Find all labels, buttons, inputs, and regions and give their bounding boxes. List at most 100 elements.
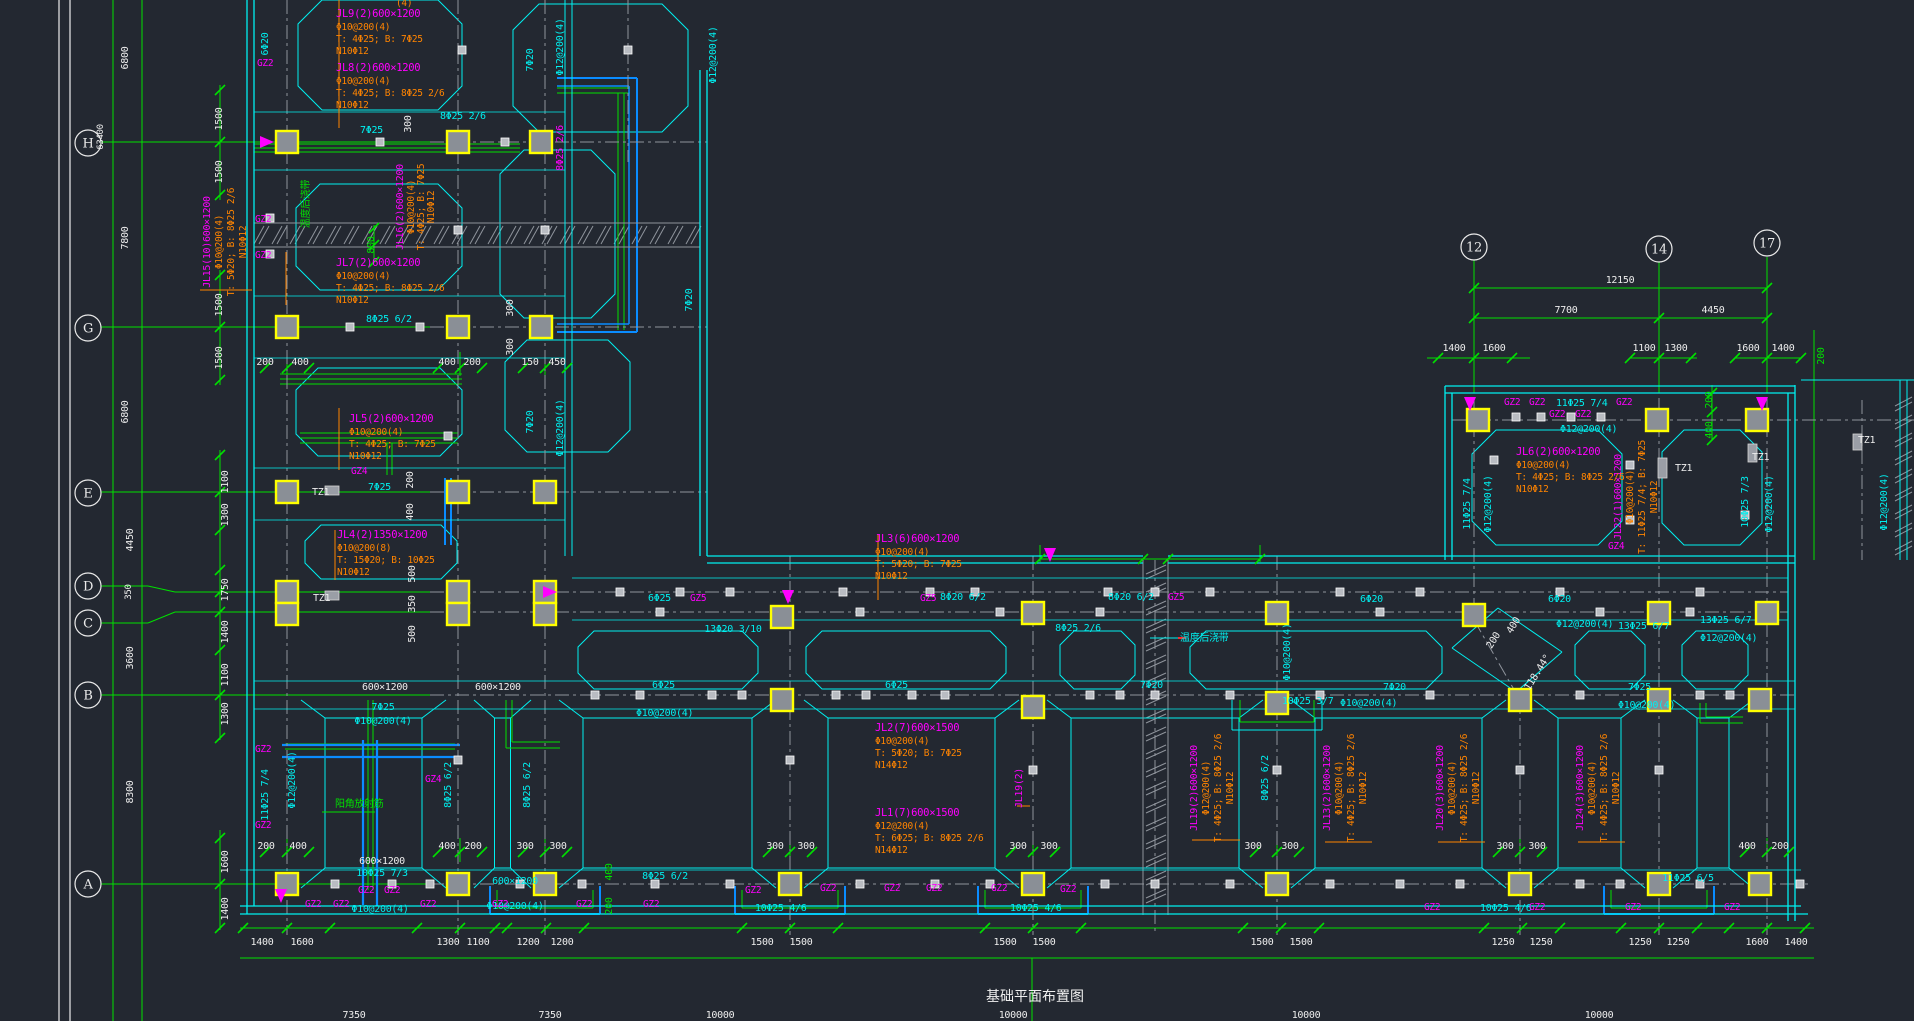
label: JL19(2)600×1200 xyxy=(1189,745,1200,831)
label: GZ2 xyxy=(1529,397,1545,408)
axis-bubble-label: H xyxy=(82,137,93,152)
label: GZ2 xyxy=(255,214,271,225)
label: 200 xyxy=(405,471,416,488)
node-marker xyxy=(1335,587,1345,597)
label: 1600 xyxy=(1746,937,1769,948)
node-marker xyxy=(623,45,633,55)
label: 500 xyxy=(407,625,418,642)
label: 300 xyxy=(1528,841,1545,852)
column xyxy=(445,129,471,155)
column xyxy=(445,871,471,897)
label: N10Φ12 xyxy=(1471,772,1482,805)
label: 10Φ25 7/3 xyxy=(356,868,408,879)
label: Φ12@200(4) xyxy=(287,751,298,808)
label: 8Φ25 6/2 xyxy=(522,762,533,808)
label: GZ2 xyxy=(745,885,761,896)
node-marker xyxy=(1028,765,1038,775)
label: 1250 xyxy=(1629,937,1652,948)
column xyxy=(445,579,471,605)
label: JL19(2) xyxy=(1014,768,1025,808)
axis-bubble-label: C xyxy=(83,617,93,632)
node-marker xyxy=(453,225,463,235)
node-marker xyxy=(725,587,735,597)
label: 1300 xyxy=(220,702,231,725)
node-marker xyxy=(675,587,685,597)
label: 1250 xyxy=(1492,937,1515,948)
label: TZ1 xyxy=(1858,435,1875,446)
label: 1500 xyxy=(214,293,225,316)
node-marker xyxy=(1150,690,1160,700)
label: 300 xyxy=(505,299,516,316)
label: 1250 xyxy=(1667,937,1690,948)
label: 300 xyxy=(516,841,533,852)
label: 300 xyxy=(1496,841,1513,852)
label: JL2(7)600×1500 xyxy=(875,722,959,734)
label: 1500 xyxy=(1251,937,1274,948)
label: T: 5Φ20; B: 7Φ25 xyxy=(875,748,962,759)
node-marker xyxy=(540,225,550,235)
node-marker xyxy=(855,607,865,617)
node-marker xyxy=(861,690,871,700)
label: Φ10@200(4) xyxy=(636,708,693,719)
column xyxy=(274,314,300,340)
label: Φ10@200(4) xyxy=(1334,761,1345,815)
label: GZ2 xyxy=(820,883,836,894)
label: 8Φ20 6/2 xyxy=(940,592,986,603)
label: TZ1 xyxy=(312,487,329,498)
label: 1600 xyxy=(1483,343,1506,354)
label: Φ12@200(4) xyxy=(1879,473,1890,530)
label: 8Φ25 2/6 xyxy=(1055,623,1101,634)
label: Φ10@200(4) xyxy=(336,271,390,282)
column xyxy=(445,479,471,505)
column xyxy=(1754,600,1780,626)
label: 200 xyxy=(604,897,615,914)
label: 1100 xyxy=(220,470,231,493)
label: N10Φ12 xyxy=(426,191,437,224)
label: 500 xyxy=(407,565,418,582)
label: 6Φ20 xyxy=(1360,594,1383,605)
label: N10Φ12 xyxy=(336,295,369,306)
label: Φ10@200(4) xyxy=(214,215,225,269)
label: 1200 xyxy=(551,937,574,948)
label: GZ4 xyxy=(1608,541,1625,552)
node-marker xyxy=(1695,690,1705,700)
label: N10Φ12 xyxy=(875,571,908,582)
label: 300 xyxy=(505,338,516,355)
label: 400 xyxy=(438,357,455,368)
label: 300 xyxy=(1009,841,1026,852)
label: 13Φ20 3/10 xyxy=(704,624,761,635)
label: T: 6Φ25; B: 8Φ25 2/6 xyxy=(875,833,984,844)
node-marker xyxy=(1455,879,1465,889)
label: Φ10@200(4) xyxy=(354,716,411,727)
label: 1100 xyxy=(467,937,490,948)
node-marker xyxy=(655,607,665,617)
label: N14Φ12 xyxy=(875,760,908,771)
label: 7350 xyxy=(343,1010,366,1021)
node-marker xyxy=(1595,607,1605,617)
column xyxy=(1264,600,1290,626)
label: Φ10@200(4) xyxy=(875,547,929,558)
label: Φ10@200(4) xyxy=(1587,761,1598,815)
node-marker xyxy=(940,690,950,700)
node-marker xyxy=(1695,587,1705,597)
label: 8300 xyxy=(125,780,136,803)
label: 1400 xyxy=(220,620,231,643)
label: TZ1 xyxy=(1675,463,1692,474)
label: Φ10@200(4) xyxy=(1447,761,1458,815)
label: 1600 xyxy=(1737,343,1760,354)
node-marker xyxy=(1566,412,1576,422)
label: GZ2 xyxy=(926,883,942,894)
node-marker xyxy=(577,879,587,889)
node-marker xyxy=(1615,879,1625,889)
label: 600×1200 xyxy=(359,856,405,867)
label: Φ12@200(4) xyxy=(1556,619,1613,630)
foundation-plan-canvas: H G E D C B A 12 14 17 6800 63400 7800 6800 4450 350 360… xyxy=(0,0,1914,1021)
label: 1500 xyxy=(214,160,225,183)
label: Φ12@200(4) xyxy=(555,18,566,75)
label: 10Φ25 3/7 xyxy=(1282,696,1334,707)
node-marker xyxy=(1100,879,1110,889)
label: 600×1200 xyxy=(492,876,538,887)
label: 4450 xyxy=(125,528,136,551)
label: 400 xyxy=(438,841,455,852)
node-marker xyxy=(831,690,841,700)
